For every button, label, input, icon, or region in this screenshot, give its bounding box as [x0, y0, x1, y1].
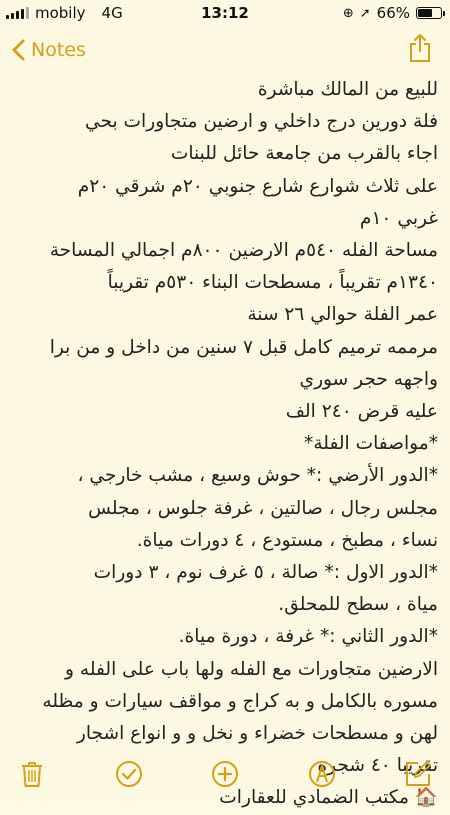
- note-line: مرممه ترميم كامل قبل ٧ سنين من داخل و من…: [49, 336, 438, 358]
- carrier-name: mobily: [35, 4, 86, 22]
- battery-percent: 66%: [376, 4, 410, 22]
- chevron-left-icon: [12, 39, 25, 61]
- note-line: مساحة الفله ٥٤٠م الارضين ٨٠٠م اجمالي الم…: [49, 240, 438, 262]
- delete-button[interactable]: [18, 760, 46, 788]
- screen-lock-icon: ⊕: [342, 5, 354, 21]
- compose-icon: [406, 761, 431, 786]
- signal-icon: [6, 7, 29, 19]
- note-line: لهن و مسطحات خضراء و نخل و و انواع اشجار: [76, 723, 438, 745]
- bottom-toolbar: [0, 748, 450, 800]
- note-body[interactable]: للبيع من المالك مباشرة فلة دورين درج داخل…: [10, 74, 438, 815]
- note-line: فلة دورين درج داخلي و ارضين متجاورات بحي: [84, 111, 438, 133]
- share-button[interactable]: [408, 33, 450, 67]
- checklist-icon: [115, 761, 142, 787]
- note-line: مياة ، سطح للمحلق.: [278, 594, 438, 616]
- note-line: مسوره بالكامل و به كراج و مواقف سيارات و…: [42, 690, 438, 712]
- status-right: ⊕ ➚ 66%: [343, 4, 450, 22]
- location-icon: ➚: [359, 5, 371, 21]
- share-icon: [410, 34, 430, 62]
- note-line: للبيع من المالك مباشرة: [257, 79, 438, 100]
- back-button[interactable]: Notes: [0, 39, 86, 61]
- note-line: نساء ، مطبخ ، مستودع ، ٤ دورات مياة.: [136, 529, 438, 551]
- note-line: على ثلاث شوارع شارع جنوبي ٢٠م شرقي ٢٠م: [77, 175, 438, 197]
- status-left: mobily 4G: [0, 4, 123, 22]
- note-line: *الدور الثاني :* غرفة ، دورة مياة.: [178, 626, 438, 648]
- back-label: Notes: [31, 39, 86, 61]
- battery-icon: [416, 7, 445, 19]
- sketch-button[interactable]: [308, 760, 336, 788]
- note-line: عليه قرض ٢٤٠ الف: [285, 401, 438, 423]
- note-line: *مواصفات الفلة*: [304, 433, 438, 455]
- note-line: *الدور الأرضي :* حوش وسيع ، مشب خارجي ،: [77, 465, 438, 487]
- sketch-icon: [308, 761, 335, 787]
- status-bar: mobily 4G 13:12 ⊕ ➚ 66%: [0, 0, 450, 26]
- note-line: *الدور الاول :* صالة ، ٥ غرف نوم ، ٣ دور…: [93, 562, 438, 584]
- note-line: عمر الفلة حوالي ٢٦ سنة: [247, 304, 438, 326]
- note-line: اجاء بالقرب من جامعة حائل للبنات: [170, 143, 438, 165]
- compose-button[interactable]: [404, 760, 432, 788]
- battery-fill: [418, 9, 432, 17]
- note-line: واجهه حجر سوري: [299, 368, 438, 390]
- note-line: غربي ١٠م: [359, 207, 438, 229]
- trash-icon: [22, 762, 42, 787]
- note-line: ١٣٤٠م تقريباً ، مسطحات البناء ٥٣٠م تقريب…: [107, 272, 438, 294]
- add-icon: [212, 761, 238, 787]
- note-line: الارضين متجاورات مع الفله ولها باب على ا…: [65, 658, 438, 680]
- nav-bar: Notes: [0, 28, 450, 72]
- network-type: 4G: [101, 4, 123, 22]
- checklist-button[interactable]: [115, 760, 143, 788]
- note-line: مجلس رجال ، صالتين ، غرفة جلوس ، مجلس: [88, 497, 438, 519]
- add-button[interactable]: [211, 760, 239, 788]
